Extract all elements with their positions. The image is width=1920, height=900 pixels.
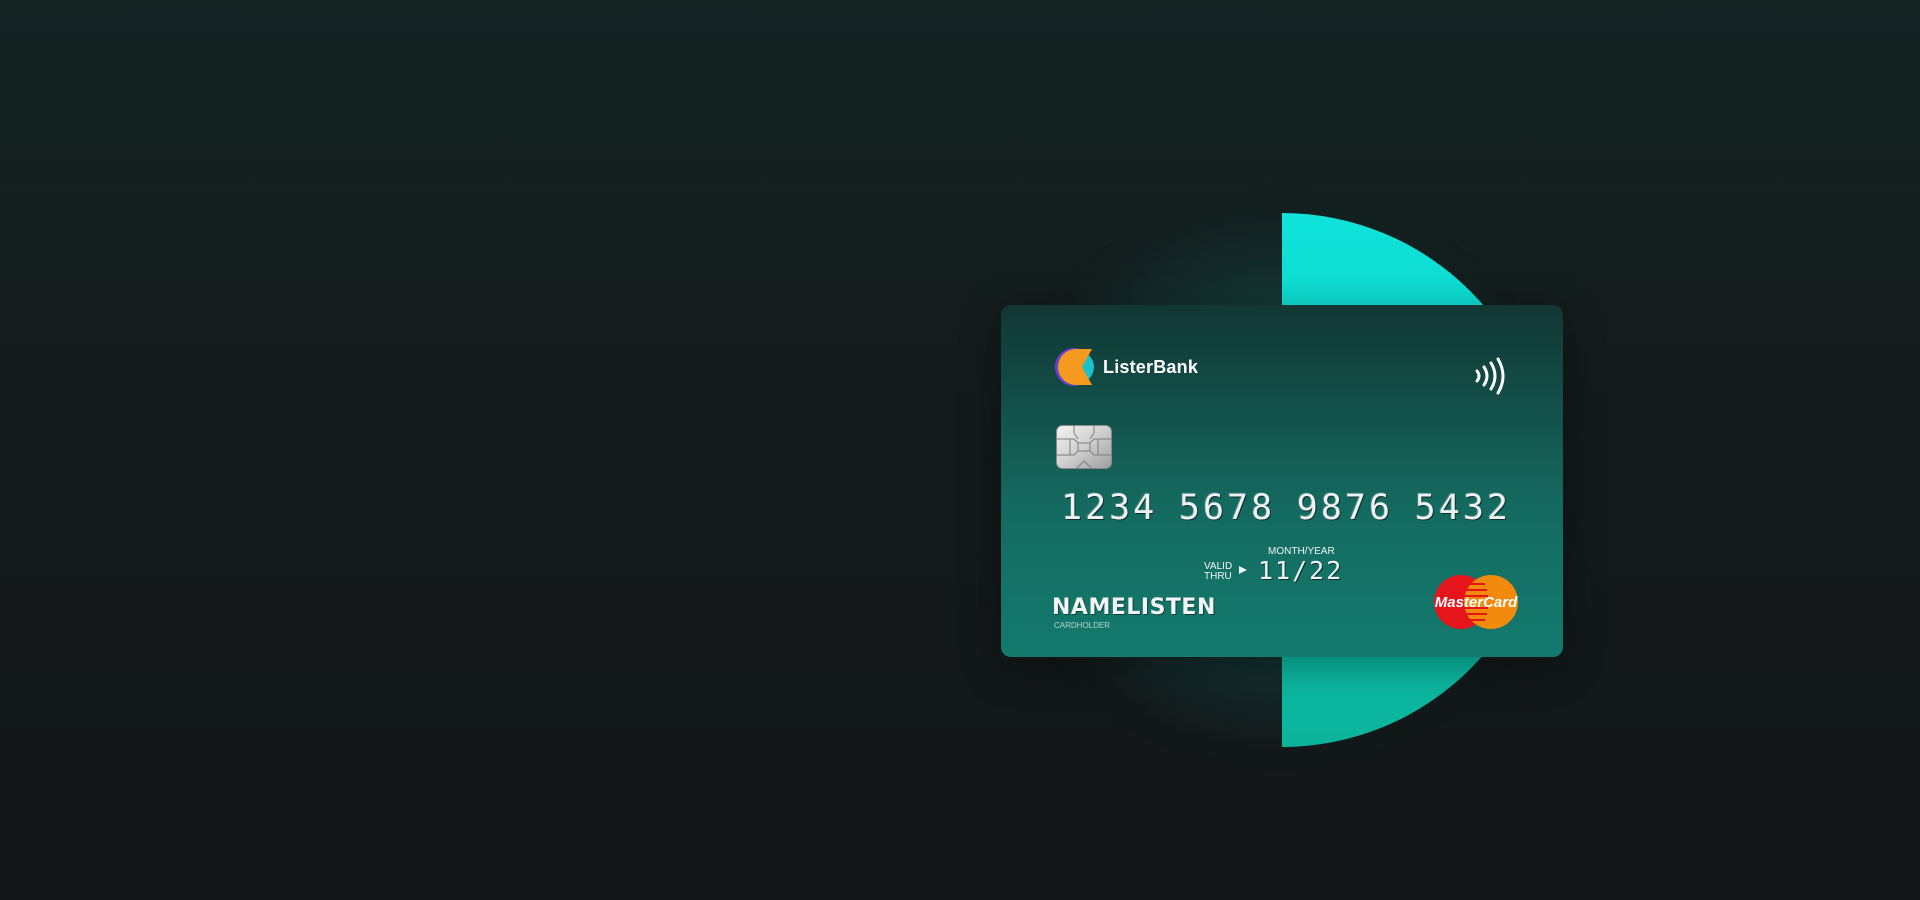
credit-card: ListerBank 1234 5678 9876 5432 MONTH/YEA… [1001,305,1563,657]
cardholder-block: NAMELISTEN CARDHOLDER [1052,595,1216,630]
mastercard-wordmark: MasterCard [1435,594,1518,611]
bank-brand: ListerBank [1054,345,1198,389]
cardholder-name: NAMELISTEN [1052,595,1216,620]
card-number-group: 5432 [1414,488,1511,528]
card-number-group: 9876 [1296,488,1394,528]
expiry-date: 11/22 [1258,556,1344,585]
hero-stage: ListerBank 1234 5678 9876 5432 MONTH/YEA… [0,0,1920,900]
arrow-icon [1239,566,1247,574]
card-number: 1234 5678 9876 5432 [1061,488,1511,528]
chip-icon [1056,425,1112,469]
contactless-icon [1475,357,1505,395]
mastercard-logo-icon: MasterCard [1434,575,1518,629]
thru-label: THRU [1204,571,1232,582]
bank-name: ListerBank [1103,356,1199,377]
valid-thru-label: VALID THRU [1204,562,1232,582]
card-number-group: 1234 [1061,488,1158,528]
listerbank-logo-icon [1055,348,1094,386]
card-number-group: 5678 [1178,488,1276,528]
cardholder-label: CARDHOLDER [1054,621,1111,630]
